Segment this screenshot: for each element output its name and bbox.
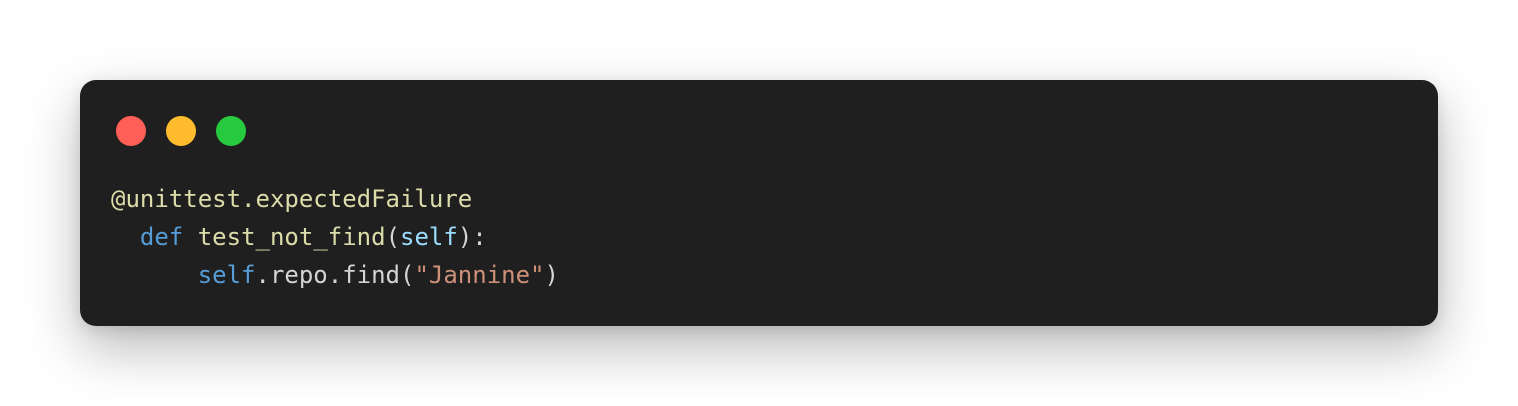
code-window: @unittest.expectedFailure def test_not_f…: [80, 80, 1438, 326]
code-token-parameter: self: [400, 223, 458, 251]
code-token-string: "Jannine": [414, 261, 545, 289]
code-token-punctuation: ):: [457, 223, 487, 251]
code-token-punctuation: (: [385, 223, 401, 251]
code-token-keyword: self: [197, 261, 256, 289]
code-line: def test_not_find(self):: [111, 218, 559, 256]
minimize-window-dot-icon[interactable]: [166, 116, 196, 146]
code-token-punctuation: [111, 261, 198, 289]
code-line: @unittest.expectedFailure: [111, 180, 559, 218]
code-line: self.repo.find("Jannine"): [111, 256, 559, 294]
code-token-punctuation: .repo.find(: [255, 261, 415, 289]
code-token-function-name: test_not_find: [197, 223, 386, 251]
code-token-keyword: def: [139, 223, 184, 251]
code-token-punctuation: [183, 223, 197, 251]
close-window-dot-icon[interactable]: [116, 116, 146, 146]
code-token-punctuation: ): [544, 261, 559, 289]
code-block: @unittest.expectedFailure def test_not_f…: [111, 180, 559, 294]
maximize-window-dot-icon[interactable]: [216, 116, 246, 146]
code-token-punctuation: [111, 223, 140, 251]
code-token-decorator: @unittest.expectedFailure: [111, 185, 473, 213]
